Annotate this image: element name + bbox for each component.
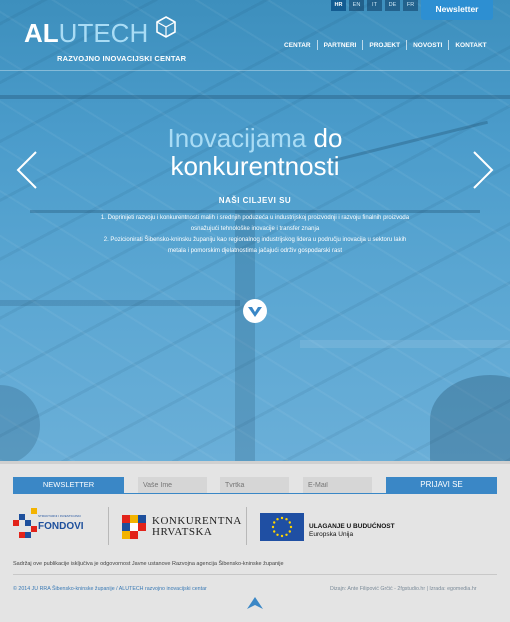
background-structure <box>300 340 510 348</box>
credit-design-link[interactable]: Dizajn: Ante Filipović Grčić - 2fgstudio… <box>330 586 425 592</box>
chevron-down-icon <box>248 307 262 317</box>
eu-flag-icon[interactable] <box>260 513 304 541</box>
main-nav: CENTAR PARTNERI PROJEKT NOVOSTI KONTAKT <box>278 40 493 50</box>
sponsor-divider <box>246 507 247 545</box>
background-structure <box>0 385 40 461</box>
email-input[interactable] <box>303 477 372 493</box>
lang-hr[interactable]: HR <box>331 0 346 11</box>
goals-title: NAŠI CILJEVI SU <box>218 196 292 205</box>
eu-funding-text: ULAGANJE U BUDUĆNOST Europska Unija <box>309 523 395 538</box>
chevron-left-icon[interactable] <box>14 150 40 190</box>
site-logo[interactable]: ALUTECH RAZVOJNO INOVACIJSKI CENTAR <box>24 16 186 63</box>
nav-item-kontakt[interactable]: KONTAKT <box>449 41 492 50</box>
name-input[interactable] <box>138 477 207 493</box>
hero-headline: Inovacijama do konkurentnosti <box>167 123 343 181</box>
credit-build-link[interactable]: Izrada: egomedia.hr <box>429 586 476 592</box>
background-structure <box>0 300 240 306</box>
sponsor-divider <box>108 507 109 545</box>
lang-de[interactable]: DE <box>385 0 400 11</box>
lang-fr[interactable]: FR <box>403 0 418 11</box>
lang-en[interactable]: EN <box>349 0 364 11</box>
logo-wordmark: ALUTECH <box>24 18 149 48</box>
arrow-up-icon[interactable] <box>247 597 263 609</box>
copyright-text: © 2014 JU RRA Šibensko-kninske županije … <box>13 586 207 592</box>
form-divider <box>13 493 497 494</box>
newsletter-button[interactable]: Newsletter <box>421 0 493 20</box>
subscribe-button[interactable]: PRIJAVI SE <box>386 477 497 493</box>
hexagon-cube-icon <box>156 16 176 38</box>
background-structure <box>0 95 510 99</box>
footer-divider <box>13 574 497 575</box>
newsletter-form-label: NEWSLETTER <box>13 477 124 493</box>
konkurentna-hrvatska-logo[interactable]: KONKURENTNA HRVATSKA <box>122 515 241 544</box>
newsletter-form: NEWSLETTER PRIJAVI SE <box>13 477 497 493</box>
nav-item-centar[interactable]: CENTAR <box>278 41 317 50</box>
nav-item-projekt[interactable]: PROJEKT <box>363 41 406 50</box>
chevron-right-icon[interactable] <box>470 150 496 190</box>
goal-item: 2. Pozicionirati Šibensko-kninsku župani… <box>103 237 407 254</box>
nav-item-novosti[interactable]: NOVOSTI <box>407 41 448 50</box>
scroll-down-button[interactable] <box>243 299 267 323</box>
credits-text: Dizajn: Ante Filipović Grčić - 2fgstudio… <box>330 586 477 592</box>
goals-list: 1. Doprinijeti razvoju i konkurentnosti … <box>98 213 412 257</box>
svg-text:FONDOVI: FONDOVI <box>38 521 84 532</box>
svg-text:STRUKTURNI I INVESTICIJSKI: STRUKTURNI I INVESTICIJSKI <box>38 514 81 518</box>
fondovi-logo[interactable]: STRUKTURNI I INVESTICIJSKI FONDOVI <box>13 507 93 545</box>
nav-item-partneri[interactable]: PARTNERI <box>318 41 363 50</box>
checkerboard-icon <box>122 515 146 539</box>
header-divider <box>0 70 510 71</box>
sponsor-logos: STRUKTURNI I INVESTICIJSKI FONDOVI KONKU… <box>0 505 510 550</box>
language-switcher: HR EN IT DE FR <box>331 0 421 11</box>
lang-it[interactable]: IT <box>367 0 382 11</box>
background-structure <box>430 375 510 461</box>
hero-banner: ALUTECH RAZVOJNO INOVACIJSKI CENTAR HR E… <box>0 0 510 464</box>
company-input[interactable] <box>220 477 289 493</box>
disclaimer-text: Sadržaj ove publikacije isključiva je od… <box>13 561 284 567</box>
goal-item: 1. Doprinijeti razvoju i konkurentnosti … <box>100 215 410 232</box>
logo-subtitle: RAZVOJNO INOVACIJSKI CENTAR <box>57 54 187 63</box>
konkurentna-hrvatska-text: KONKURENTNA HRVATSKA <box>152 515 242 538</box>
